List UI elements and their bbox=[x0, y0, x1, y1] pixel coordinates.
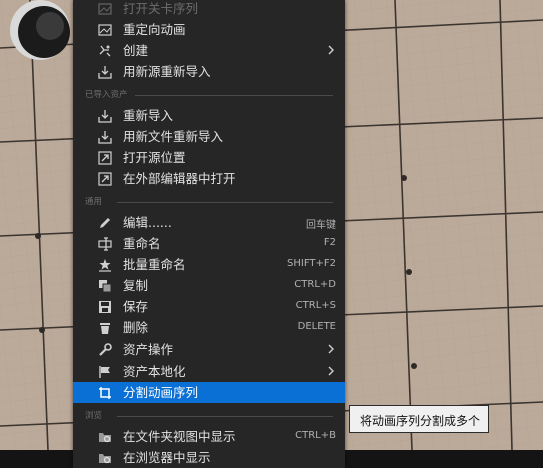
save-icon bbox=[97, 299, 113, 315]
menu-item-save[interactable]: 保存 CTRL+S bbox=[73, 296, 345, 317]
retarget-animation-icon bbox=[97, 22, 113, 38]
menu-item-label: 用新源重新导入 bbox=[123, 64, 211, 79]
menu-item-label: 重定向动画 bbox=[123, 22, 186, 37]
menu-item-shortcut: DELETE bbox=[297, 321, 336, 332]
menu-item-show-in-browser[interactable]: 在浏览器中显示 bbox=[73, 447, 345, 468]
menu-item-open-external-editor[interactable]: 在外部编辑器中打开 bbox=[73, 168, 345, 189]
menu-item-label: 重命名 bbox=[123, 236, 161, 251]
menu-item-label: 资产本地化 bbox=[123, 364, 186, 379]
section-divider bbox=[135, 95, 333, 96]
menu-item-shortcut: SHIFT+F2 bbox=[287, 258, 336, 269]
menu-item-retarget-animation[interactable]: 重定向动画 bbox=[73, 19, 345, 40]
menu-item-show-in-folder[interactable]: 在文件夹视图中显示 CTRL+B bbox=[73, 426, 345, 447]
create-icon bbox=[97, 43, 113, 59]
menu-item-label: 在文件夹视图中显示 bbox=[123, 429, 236, 444]
section-header-browse: 浏览 bbox=[73, 409, 345, 423]
menu-item-open-source-location[interactable]: 打开源位置 bbox=[73, 147, 345, 168]
chevron-right-icon bbox=[328, 45, 334, 55]
tooltip: 将动画序列分割成多个 bbox=[349, 405, 489, 433]
menu-item-shortcut: 回车键 bbox=[306, 220, 336, 231]
menu-item-batch-rename[interactable]: 批量重命名 SHIFT+F2 bbox=[73, 254, 345, 275]
wrench-icon bbox=[97, 342, 113, 358]
menu-item-reimport[interactable]: 重新导入 bbox=[73, 105, 345, 126]
menu-item-duplicate[interactable]: 复制 CTRL+D bbox=[73, 275, 345, 296]
menu-item-create[interactable]: 创建 bbox=[73, 40, 345, 61]
menu-item-label: 用新文件重新导入 bbox=[123, 129, 224, 144]
split-animation-icon bbox=[97, 385, 113, 401]
menu-item-open-level-sequence: 打开关卡序列 bbox=[73, 0, 345, 19]
gizmo-sphere bbox=[10, 0, 70, 60]
menu-item-asset-localization[interactable]: 资产本地化 bbox=[73, 361, 345, 382]
menu-item-rename[interactable]: 重命名 F2 bbox=[73, 233, 345, 254]
section-header-imported-assets: 已导入资产 bbox=[73, 88, 345, 102]
menu-item-label: 复制 bbox=[123, 278, 149, 293]
menu-item-label: 删除 bbox=[123, 320, 149, 335]
menu-item-shortcut: CTRL+D bbox=[294, 279, 336, 290]
menu-item-reimport-new-source[interactable]: 用新源重新导入 bbox=[73, 61, 345, 82]
browser-search-icon bbox=[97, 450, 113, 466]
menu-item-label: 打开关卡序列 bbox=[123, 1, 199, 16]
section-title: 已导入资产 bbox=[85, 90, 128, 100]
menu-item-label: 打开源位置 bbox=[123, 150, 186, 165]
context-menu: 打开关卡序列 重定向动画 创建 用新源重新导入 已导入资产 重新导入 用新文件重 bbox=[73, 0, 345, 468]
level-sequence-icon bbox=[97, 1, 113, 17]
open-external-editor-icon bbox=[97, 171, 113, 187]
section-title: 通用 bbox=[85, 197, 103, 207]
menu-item-label: 在外部编辑器中打开 bbox=[123, 171, 236, 186]
section-title: 浏览 bbox=[85, 411, 103, 421]
tooltip-text: 将动画序列分割成多个 bbox=[360, 414, 481, 428]
reimport-icon bbox=[97, 108, 113, 124]
menu-item-shortcut: F2 bbox=[323, 237, 336, 248]
menu-item-label: 创建 bbox=[123, 43, 149, 58]
menu-item-edit[interactable]: 编辑...... 回车键 bbox=[73, 212, 345, 233]
menu-item-label: 编辑...... bbox=[123, 215, 172, 230]
chevron-right-icon bbox=[328, 366, 334, 376]
menu-item-label: 保存 bbox=[123, 299, 149, 314]
menu-item-delete[interactable]: 删除 DELETE bbox=[73, 317, 345, 338]
menu-item-label: 重新导入 bbox=[123, 108, 174, 123]
chevron-right-icon bbox=[328, 344, 334, 354]
reimport-new-source-icon bbox=[97, 64, 113, 80]
edit-icon bbox=[97, 215, 113, 231]
menu-item-label: 分割动画序列 bbox=[123, 385, 199, 400]
menu-item-split-animation-sequence[interactable]: 分割动画序列 bbox=[73, 382, 345, 403]
menu-item-label: 批量重命名 bbox=[123, 257, 186, 272]
menu-item-shortcut: CTRL+B bbox=[295, 430, 336, 441]
reimport-new-file-icon bbox=[97, 129, 113, 145]
menu-item-shortcut: CTRL+S bbox=[295, 300, 336, 311]
open-source-location-icon bbox=[97, 150, 113, 166]
delete-icon bbox=[97, 320, 113, 336]
section-header-common: 通用 bbox=[73, 195, 345, 209]
menu-item-asset-actions[interactable]: 资产操作 bbox=[73, 339, 345, 360]
menu-item-label: 资产操作 bbox=[123, 342, 174, 357]
folder-search-icon bbox=[97, 429, 113, 445]
menu-item-reimport-new-file[interactable]: 用新文件重新导入 bbox=[73, 126, 345, 147]
rename-icon bbox=[97, 236, 113, 252]
batch-rename-icon bbox=[97, 257, 113, 273]
section-divider bbox=[117, 202, 333, 203]
duplicate-icon bbox=[97, 278, 113, 294]
menu-item-label: 在浏览器中显示 bbox=[123, 450, 211, 465]
section-divider bbox=[117, 416, 333, 417]
flag-icon bbox=[97, 364, 113, 380]
